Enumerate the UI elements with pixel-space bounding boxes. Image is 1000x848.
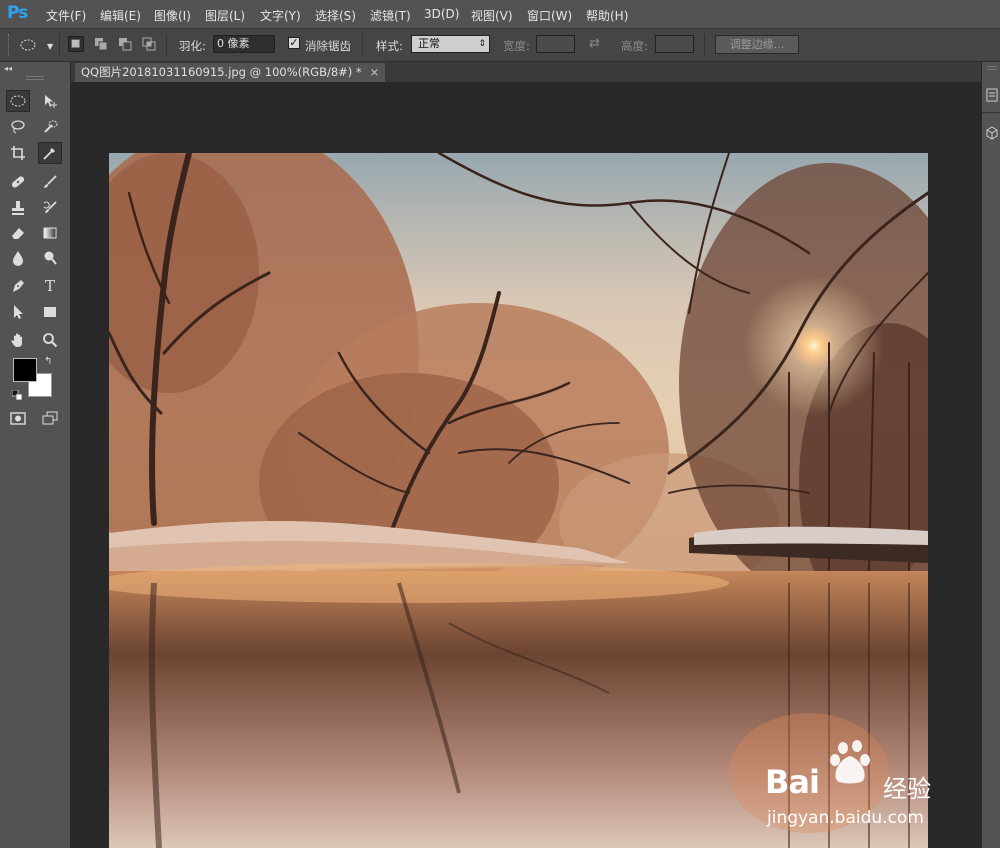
tools-panel: ◂◂ T ↰ [0,62,71,848]
separator [704,34,705,56]
collapse-panel-icon[interactable]: ◂◂ [4,64,12,73]
move-tool-icon[interactable] [38,90,62,112]
document-tab-title: QQ图片20181031160915.jpg @ 100%(RGB/8#) * [81,65,362,79]
baidu-brand-suffix: 经验 [883,775,931,803]
separator [982,112,1000,113]
history-brush-tool-icon[interactable] [38,197,62,219]
menu-select[interactable]: 选择(S) [315,7,356,24]
height-label: 高度: [621,39,648,53]
style-select-value: 正常 [418,37,440,50]
pen-tool-icon[interactable] [6,275,30,297]
menu-3d[interactable]: 3D(D) [424,7,459,21]
eraser-tool-icon[interactable] [6,222,30,244]
menu-type[interactable]: 文字(Y) [260,7,301,24]
document-tab[interactable]: QQ图片20181031160915.jpg @ 100%(RGB/8#) * × [75,63,386,82]
panel-grip[interactable] [26,76,44,80]
menu-bar: Ps 文件(F) 编辑(E) 图像(I) 图层(L) 文字(Y) 选择(S) 滤… [0,0,1000,29]
photoshop-logo: Ps [7,3,28,23]
antialias-checkbox[interactable]: ✓ [288,37,300,49]
select-arrows-icon: ⇕ [478,39,486,49]
style-label: 样式: [376,39,403,53]
collapsed-panels-strip [981,62,1000,848]
clone-stamp-tool-icon[interactable] [6,197,30,219]
tool-preset-icon[interactable] [20,37,36,53]
gradient-tool-icon[interactable] [38,222,62,244]
healing-brush-tool-icon[interactable] [6,171,30,193]
crop-tool-icon[interactable] [6,142,30,164]
panel-grip[interactable] [987,66,997,70]
menu-file[interactable]: 文件(F) [46,7,86,24]
document-tab-bar: QQ图片20181031160915.jpg @ 100%(RGB/8#) * × [71,62,981,82]
separator [166,34,167,56]
new-selection-icon[interactable] [68,36,84,52]
quick-mask-icon[interactable] [6,407,30,429]
menu-window[interactable]: 窗口(W) [527,7,572,24]
menu-filter[interactable]: 滤镜(T) [370,7,411,24]
separator [59,34,60,56]
add-to-selection-icon[interactable] [93,36,109,52]
marquee-tool-icon[interactable] [6,90,30,112]
baidu-watermark: Bai 经验 jingyan.baidu.com [765,738,945,833]
tool-preset-dropdown-icon[interactable]: ▼ [47,42,53,51]
width-label: 宽度: [503,39,530,53]
swap-width-height-icon[interactable]: ⇄ [589,36,600,51]
style-select[interactable]: 正常 ⇕ [411,35,490,53]
lasso-tool-icon[interactable] [6,116,30,138]
close-tab-icon[interactable]: × [370,65,380,79]
eyedropper-tool-icon[interactable] [38,142,62,164]
zoom-tool-icon[interactable] [38,329,62,351]
dodge-tool-icon[interactable] [38,247,62,269]
menu-image[interactable]: 图像(I) [154,7,191,24]
refine-edge-button[interactable]: 调整边缘... [715,35,799,54]
quick-selection-tool-icon[interactable] [38,116,62,138]
menu-layer[interactable]: 图层(L) [205,7,245,24]
path-selection-tool-icon[interactable] [6,301,30,323]
screen-mode-icon[interactable] [38,407,62,429]
rectangle-tool-icon[interactable] [38,301,62,323]
options-bar: ▼ 羽化: 0 像素 ✓ 消除锯齿 样式: 正常 ⇕ 宽度: ⇄ 高度: 调整边… [0,29,1000,62]
width-input[interactable] [536,35,575,53]
options-grip[interactable] [8,34,11,56]
feather-label: 羽化: [179,39,206,53]
brush-tool-icon[interactable] [38,171,62,193]
default-colors-icon[interactable] [11,389,23,401]
baidu-brand: Bai [765,763,820,801]
type-tool-icon[interactable]: T [38,275,62,297]
3d-panel-icon[interactable] [986,126,998,140]
separator [362,34,363,56]
height-input[interactable] [655,35,694,53]
feather-input[interactable]: 0 像素 [213,35,275,53]
menu-view[interactable]: 视图(V) [471,7,513,24]
panel-icon[interactable] [986,88,998,102]
menu-help[interactable]: 帮助(H) [586,7,628,24]
intersect-selection-icon[interactable] [141,36,157,52]
menu-edit[interactable]: 编辑(E) [100,7,141,24]
hand-tool-icon[interactable] [6,329,30,351]
subtract-from-selection-icon[interactable] [117,36,133,52]
watermark-url: jingyan.baidu.com [767,808,924,828]
swap-colors-icon[interactable]: ↰ [44,356,52,367]
blur-tool-icon[interactable] [6,247,30,269]
foreground-color-swatch[interactable] [13,358,37,382]
antialias-label: 消除锯齿 [305,39,351,53]
